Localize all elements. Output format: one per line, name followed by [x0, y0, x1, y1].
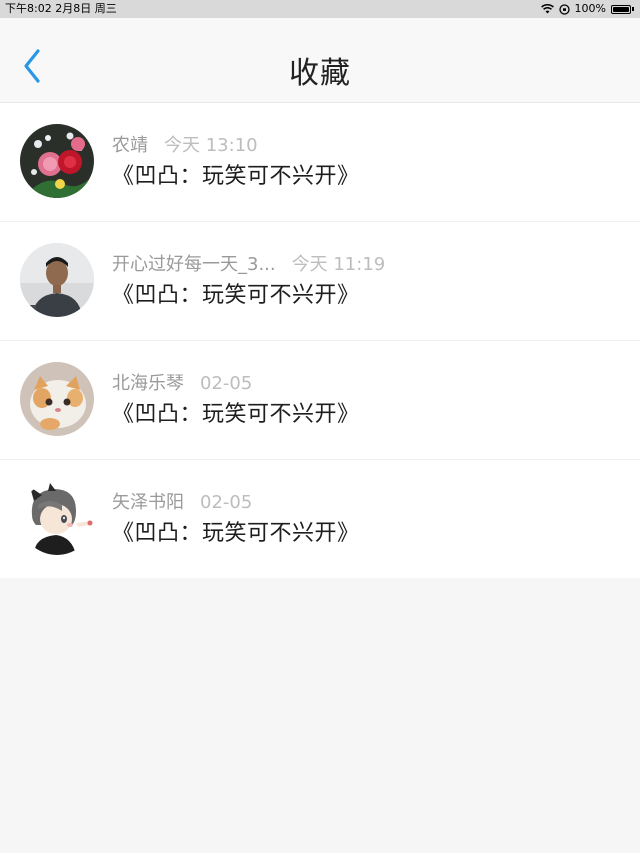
item-title[interactable]: 《凹凸：玩笑可不兴开》 — [112, 277, 360, 309]
status-right-group: 100% — [540, 0, 634, 18]
roses-avatar[interactable] — [20, 124, 94, 198]
anime-avatar[interactable] — [20, 481, 94, 555]
item-meta: 农靖 今天 13:10 — [112, 131, 258, 157]
orientation-lock-icon — [558, 3, 570, 15]
navigation-bar: 收藏 — [0, 18, 640, 103]
list-item[interactable]: 北海乐琴 02-05 《凹凸：玩笑可不兴开》 — [0, 341, 640, 460]
battery-icon — [611, 4, 631, 14]
item-meta: 北海乐琴 02-05 — [112, 369, 252, 395]
page-title: 收藏 — [289, 56, 351, 91]
user-name: 开心过好每一天_3... — [112, 254, 276, 275]
status-time-date: 下午8:02 2月8日 周三 — [5, 2, 117, 15]
cat-avatar[interactable] — [20, 362, 94, 436]
favorites-list: 农靖 今天 13:10 《凹凸：玩笑可不兴开》 开心过好每一天_3... 今天 11… — [0, 103, 640, 578]
item-meta: 矢泽书阳 02-05 — [112, 488, 252, 514]
user-name: 矢泽书阳 — [112, 492, 184, 513]
user-name: 农靖 — [112, 135, 148, 156]
battery-tip — [632, 7, 634, 11]
list-item[interactable]: 矢泽书阳 02-05 《凹凸：玩笑可不兴开》 — [0, 460, 640, 578]
battery-percent: 100% — [574, 2, 606, 15]
man-avatar[interactable] — [20, 243, 94, 317]
status-bar: 下午8:02 2月8日 周三 100% — [0, 0, 640, 18]
item-time: 02-05 — [200, 492, 253, 513]
user-name: 北海乐琴 — [112, 373, 184, 394]
list-item[interactable]: 开心过好每一天_3... 今天 11:19 《凹凸：玩笑可不兴开》 — [0, 222, 640, 341]
item-title[interactable]: 《凹凸：玩笑可不兴开》 — [112, 515, 360, 547]
item-title[interactable]: 《凹凸：玩笑可不兴开》 — [112, 158, 360, 190]
item-time: 今天 11:19 — [291, 254, 386, 275]
item-time: 今天 13:10 — [164, 135, 258, 156]
item-title[interactable]: 《凹凸：玩笑可不兴开》 — [112, 396, 360, 428]
wifi-icon — [540, 4, 554, 14]
item-time: 02-05 — [200, 373, 253, 394]
item-meta: 开心过好每一天_3... 今天 11:19 — [112, 250, 385, 276]
list-item[interactable]: 农靖 今天 13:10 《凹凸：玩笑可不兴开》 — [0, 103, 640, 222]
